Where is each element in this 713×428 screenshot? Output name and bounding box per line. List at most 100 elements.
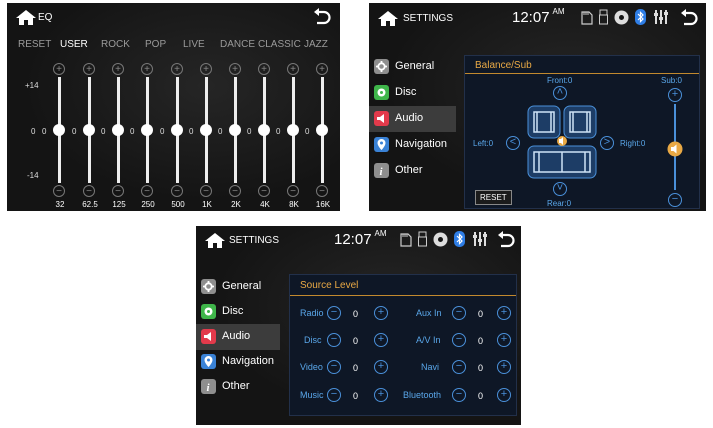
eq-slider-knob[interactable] bbox=[229, 124, 241, 136]
right-label: Right:0 bbox=[620, 139, 646, 148]
minus-icon[interactable]: − bbox=[112, 185, 124, 197]
minus-icon[interactable]: − bbox=[83, 185, 95, 197]
sidebar-item-audio[interactable]: Audio bbox=[196, 324, 280, 350]
eq-band-freq: 32 bbox=[55, 200, 65, 209]
home-icon[interactable] bbox=[377, 10, 399, 27]
sidebar-item-disc[interactable]: Disc bbox=[369, 80, 456, 106]
eq-slider-knob[interactable] bbox=[83, 124, 95, 136]
usb-icon bbox=[599, 9, 608, 25]
plus-icon[interactable]: + bbox=[497, 333, 511, 347]
minus-icon[interactable]: − bbox=[229, 185, 241, 197]
map-pin-icon bbox=[374, 137, 389, 152]
sidebar-item-general[interactable]: General bbox=[196, 274, 280, 300]
sidebar-item-disc[interactable]: Disc bbox=[196, 299, 280, 325]
eq-slider-knob[interactable] bbox=[258, 124, 270, 136]
equalizer-icon[interactable] bbox=[473, 231, 487, 247]
plus-icon[interactable]: + bbox=[141, 63, 153, 75]
chevron-up-icon[interactable]: ˄ bbox=[553, 86, 567, 100]
eq-band-value: 0 bbox=[72, 127, 77, 136]
sidebar-item-other[interactable]: i Other bbox=[369, 158, 456, 184]
plus-icon[interactable]: + bbox=[112, 63, 124, 75]
clock-ampm: AM bbox=[374, 229, 387, 238]
plus-icon[interactable]: + bbox=[171, 63, 183, 75]
minus-icon[interactable]: − bbox=[452, 306, 466, 320]
minus-icon[interactable]: − bbox=[171, 185, 183, 197]
eq-slider-knob[interactable] bbox=[171, 124, 183, 136]
minus-icon[interactable]: − bbox=[327, 360, 341, 374]
plus-icon[interactable]: + bbox=[316, 63, 328, 75]
minus-icon[interactable]: − bbox=[53, 185, 65, 197]
preset-classic[interactable]: CLASSIC bbox=[258, 39, 301, 50]
preset-live[interactable]: LIVE bbox=[183, 39, 205, 50]
plus-icon[interactable]: + bbox=[374, 333, 388, 347]
plus-icon[interactable]: + bbox=[287, 63, 299, 75]
back-icon[interactable] bbox=[496, 231, 516, 249]
chevron-left-icon[interactable]: ˂ bbox=[506, 136, 520, 150]
map-pin-icon bbox=[201, 354, 216, 369]
preset-pop[interactable]: POP bbox=[145, 39, 166, 50]
plus-icon[interactable]: + bbox=[497, 388, 511, 402]
clock-ampm: AM bbox=[552, 7, 565, 16]
eq-band-value: 0 bbox=[247, 127, 252, 136]
car-seats-graphic[interactable] bbox=[527, 104, 597, 180]
plus-icon[interactable]: + bbox=[497, 360, 511, 374]
preset-reset[interactable]: RESET bbox=[18, 39, 51, 50]
eq-slider-knob[interactable] bbox=[141, 124, 153, 136]
sidebar-item-navigation[interactable]: Navigation bbox=[369, 132, 456, 158]
equalizer-icon[interactable] bbox=[654, 9, 668, 25]
sidebar-item-audio[interactable]: Audio bbox=[369, 106, 456, 132]
eq-band-value: 0 bbox=[189, 127, 194, 136]
chevron-down-icon[interactable]: ˅ bbox=[553, 182, 567, 196]
plus-icon[interactable]: + bbox=[83, 63, 95, 75]
minus-icon[interactable]: − bbox=[141, 185, 153, 197]
sidebar-item-general[interactable]: General bbox=[369, 54, 456, 80]
plus-icon[interactable]: + bbox=[258, 63, 270, 75]
preset-dance[interactable]: DANCE bbox=[220, 39, 255, 50]
speaker-icon bbox=[374, 111, 389, 126]
back-icon[interactable] bbox=[312, 8, 332, 26]
minus-icon[interactable]: − bbox=[316, 185, 328, 197]
sidebar-item-navigation[interactable]: Navigation bbox=[196, 349, 280, 375]
minus-icon[interactable]: − bbox=[200, 185, 212, 197]
plus-icon[interactable]: + bbox=[53, 63, 65, 75]
preset-rock[interactable]: ROCK bbox=[101, 39, 130, 50]
front-label: Front:0 bbox=[547, 76, 573, 85]
sub-minus-icon[interactable]: − bbox=[668, 193, 682, 207]
preset-jazz[interactable]: JAZZ bbox=[304, 39, 328, 50]
sidebar-item-other[interactable]: i Other bbox=[196, 374, 280, 400]
gear-icon bbox=[201, 279, 216, 294]
plus-icon[interactable]: + bbox=[497, 306, 511, 320]
plus-icon[interactable]: + bbox=[200, 63, 212, 75]
plus-icon[interactable]: + bbox=[374, 388, 388, 402]
plus-icon[interactable]: + bbox=[374, 360, 388, 374]
minus-icon[interactable]: − bbox=[327, 306, 341, 320]
home-icon[interactable] bbox=[204, 232, 226, 249]
plus-icon[interactable]: + bbox=[229, 63, 241, 75]
eq-slider-knob[interactable] bbox=[112, 124, 124, 136]
eq-band-4k: + 0 − 4K bbox=[247, 59, 276, 211]
eq-slider-knob[interactable] bbox=[200, 124, 212, 136]
chevron-right-icon[interactable]: ˃ bbox=[600, 136, 614, 150]
eq-slider-knob[interactable] bbox=[316, 124, 328, 136]
minus-icon[interactable]: − bbox=[452, 333, 466, 347]
sub-slider-knob[interactable] bbox=[667, 141, 683, 157]
minus-icon[interactable]: − bbox=[327, 333, 341, 347]
back-icon[interactable] bbox=[679, 9, 699, 27]
minus-icon[interactable]: − bbox=[452, 388, 466, 402]
home-icon[interactable] bbox=[15, 9, 37, 26]
minus-icon[interactable]: − bbox=[327, 388, 341, 402]
plus-icon[interactable]: + bbox=[374, 306, 388, 320]
clock: 12:07 AM bbox=[334, 229, 387, 248]
minus-icon[interactable]: − bbox=[452, 360, 466, 374]
eq-slider-knob[interactable] bbox=[287, 124, 299, 136]
reset-button[interactable]: RESET bbox=[475, 190, 512, 205]
eq-band-value: 0 bbox=[42, 127, 47, 136]
minus-icon[interactable]: − bbox=[287, 185, 299, 197]
sidebar-item-label: Navigation bbox=[395, 138, 447, 150]
bluetooth-icon bbox=[454, 231, 465, 247]
preset-user[interactable]: USER bbox=[60, 39, 88, 50]
eq-topbar: EQ bbox=[7, 3, 340, 31]
minus-icon[interactable]: − bbox=[258, 185, 270, 197]
eq-slider-knob[interactable] bbox=[53, 124, 65, 136]
sub-plus-icon[interactable]: + bbox=[668, 88, 682, 102]
